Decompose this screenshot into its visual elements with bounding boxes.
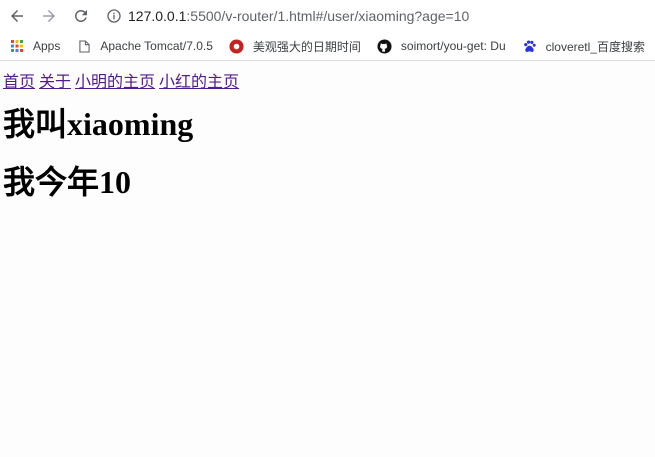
forward-button[interactable] (38, 5, 60, 27)
url-path: :5500/v-router/1.html#/user/xiaoming?age… (186, 8, 470, 24)
browser-toolbar: 127.0.0.1:5500/v-router/1.html#/user/xia… (0, 0, 655, 32)
bookmark-apps[interactable]: Apps (9, 38, 60, 54)
page-icon (76, 38, 92, 54)
bookmark-tomcat[interactable]: Apache Tomcat/7.0.5 (76, 38, 213, 54)
url-host: 127.0.0.1 (128, 8, 187, 24)
site-info-icon[interactable] (106, 8, 122, 24)
arrow-right-icon (43, 10, 55, 22)
github-icon (377, 38, 393, 54)
reload-button[interactable] (70, 5, 92, 27)
apps-grid-icon (9, 38, 25, 54)
bookmark-label: 美观强大的日期时间 (252, 39, 361, 54)
name-prefix: 我叫 (3, 106, 68, 142)
browser-chrome: 127.0.0.1:5500/v-router/1.html#/user/xia… (0, 0, 655, 61)
user-name: xiaoming (67, 106, 194, 142)
arrow-left-icon (11, 10, 23, 22)
user-name-heading: 我叫xiaoming (3, 102, 652, 146)
bookmark-you-get[interactable]: soimort/you-get: Du (377, 38, 506, 54)
reload-icon (74, 9, 87, 22)
user-age-heading: 我今年10 (3, 160, 652, 204)
bookmark-label: cloveretl_百度搜索 (545, 39, 645, 54)
bookmark-label: Apache Tomcat/7.0.5 (100, 39, 213, 53)
bookmark-label: soimort/you-get: Du (400, 39, 506, 53)
back-button[interactable] (6, 5, 28, 27)
age-prefix: 我今年 (3, 164, 100, 200)
link-home[interactable]: 首页 (3, 74, 35, 91)
bookmarks-bar: Apps Apache Tomcat/7.0.5 美观强大的日期时间 soimo… (0, 32, 655, 60)
page-content: 首页 关于 小明的主页 小红的主页 我叫xiaoming 我今年10 (0, 61, 655, 211)
baidu-paw-icon (522, 38, 538, 54)
red-circle-icon (229, 38, 245, 54)
bookmark-baidu[interactable]: cloveretl_百度搜索 (522, 38, 645, 55)
user-age: 10 (99, 164, 132, 200)
router-nav: 首页 关于 小明的主页 小红的主页 (3, 68, 652, 92)
bookmark-label: Apps (33, 39, 61, 53)
link-xiaohong[interactable]: 小红的主页 (159, 74, 239, 91)
link-about[interactable]: 关于 (39, 74, 71, 91)
link-xiaoming[interactable]: 小明的主页 (75, 74, 155, 91)
bookmark-datetime[interactable]: 美观强大的日期时间 (229, 38, 361, 55)
address-bar[interactable]: 127.0.0.1:5500/v-router/1.html#/user/xia… (128, 8, 469, 24)
